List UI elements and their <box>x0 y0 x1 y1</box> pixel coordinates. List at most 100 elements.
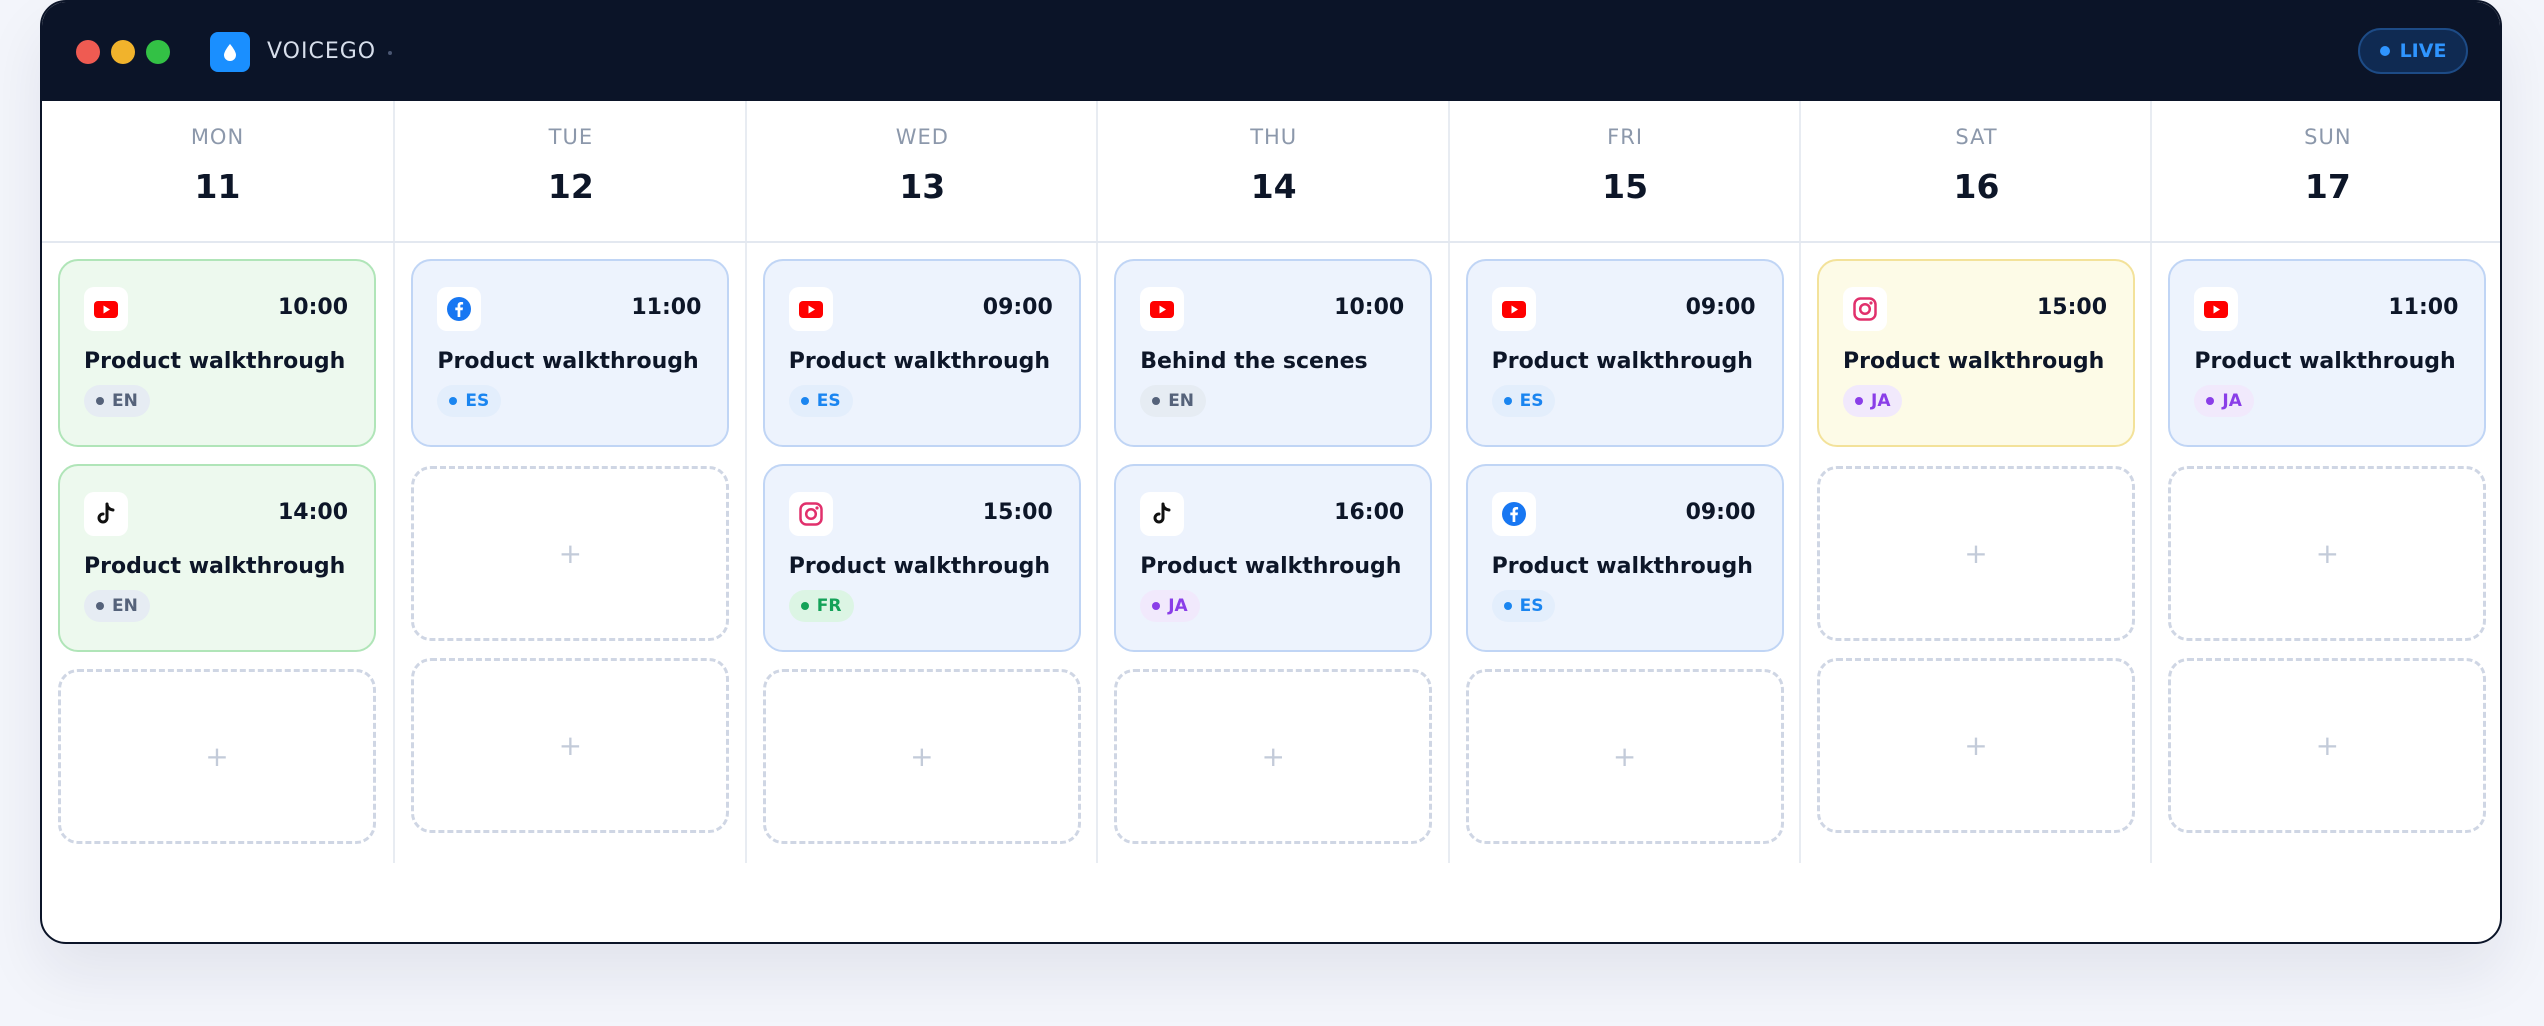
plus-icon: + <box>558 729 583 762</box>
post-time: 09:00 <box>982 295 1053 320</box>
post-time: 09:00 <box>1685 500 1756 525</box>
live-label: LIVE <box>2399 40 2447 62</box>
language-badge: JA <box>1843 385 1903 417</box>
post-title: Product walkthrough <box>788 349 1051 374</box>
day-column-sat: SAT 16 15:00 Product walkthrough JA + + <box>1799 101 2152 863</box>
youtube-icon <box>2194 287 2239 331</box>
add-post-slot[interactable]: + <box>2168 466 2487 641</box>
add-post-slot[interactable]: + <box>1114 669 1433 844</box>
language-dot-icon <box>1503 397 1512 405</box>
plus-icon: + <box>558 537 583 570</box>
post-time: 09:00 <box>1685 295 1756 320</box>
language-badge: EN <box>84 385 150 417</box>
language-badge: EN <box>84 590 150 622</box>
language-dot-icon <box>1152 602 1161 610</box>
add-post-slot[interactable]: + <box>1817 658 2135 833</box>
post-time: 10:00 <box>277 295 348 320</box>
title-bar: VOICEGO LIVE <box>42 2 2500 101</box>
facebook-icon <box>1491 492 1536 536</box>
scheduled-post-card[interactable]: 11:00 Product walkthrough ES <box>411 259 730 447</box>
close-window-button[interactable] <box>76 40 100 64</box>
language-label: EN <box>112 596 138 616</box>
language-badge: ES <box>437 385 502 417</box>
plus-icon: + <box>2315 729 2340 762</box>
add-post-slot[interactable]: + <box>58 669 376 844</box>
day-name: WED <box>895 125 949 149</box>
day-date: 12 <box>547 167 594 206</box>
maximize-window-button[interactable] <box>146 40 170 64</box>
day-name: SAT <box>1955 125 1998 149</box>
scheduled-post-card[interactable]: 09:00 Product walkthrough ES <box>1465 464 1784 652</box>
post-time: 11:00 <box>631 295 702 320</box>
youtube-icon <box>1491 287 1536 331</box>
plus-icon: + <box>910 740 934 773</box>
youtube-icon <box>84 287 128 331</box>
live-dot-icon <box>2379 46 2390 56</box>
add-post-slot[interactable]: + <box>411 466 730 641</box>
language-badge: ES <box>788 385 853 417</box>
post-title: Product walkthrough <box>1491 349 1753 374</box>
app-window: VOICEGO LIVE MON 11 10:00 Product walkthrou… <box>40 0 2502 944</box>
scheduled-post-card[interactable]: 10:00 Product walkthrough EN <box>58 259 376 447</box>
day-name: SUN <box>2304 125 2352 149</box>
language-label: JA <box>2222 391 2242 411</box>
youtube-icon <box>1140 287 1185 331</box>
scheduled-post-card[interactable]: 10:00 Behind the scenes EN <box>1114 259 1433 447</box>
day-name: MON <box>190 125 245 149</box>
plus-icon: + <box>1261 740 1285 773</box>
post-title: Product walkthrough <box>1843 349 2105 374</box>
app-logo-icon <box>210 32 250 72</box>
post-time: 15:00 <box>982 500 1053 525</box>
scheduled-post-card[interactable]: 09:00 Product walkthrough ES <box>1465 259 1784 447</box>
language-badge: JA <box>1140 590 1200 622</box>
scheduled-post-card[interactable]: 16:00 Product walkthrough JA <box>1114 464 1433 652</box>
scheduled-post-card[interactable]: 14:00 Product walkthrough EN <box>58 464 376 652</box>
scheduled-post-card[interactable]: 15:00 Product walkthrough JA <box>1817 259 2135 447</box>
language-badge: ES <box>1491 385 1556 417</box>
plus-icon: + <box>2315 537 2340 570</box>
add-post-slot[interactable]: + <box>762 669 1081 844</box>
language-dot-icon <box>96 397 104 405</box>
add-post-slot[interactable]: + <box>1817 466 2135 641</box>
header-divider <box>42 241 2500 243</box>
post-time: 16:00 <box>1334 500 1405 525</box>
day-name: THU <box>1250 125 1298 149</box>
day-column-sun: SUN 17 11:00 Product walkthrough JA + + <box>2150 101 2500 863</box>
plus-icon: + <box>1612 740 1637 773</box>
language-label: EN <box>1168 391 1195 411</box>
language-dot-icon <box>800 602 809 610</box>
add-post-slot[interactable]: + <box>2168 658 2487 833</box>
language-dot-icon <box>1152 397 1161 405</box>
tiktok-icon <box>1140 492 1185 536</box>
post-title: Product walkthrough <box>1491 554 1753 579</box>
post-time: 14:00 <box>277 500 348 525</box>
language-label: JA <box>1168 596 1188 616</box>
scheduled-post-card[interactable]: 09:00 Product walkthrough ES <box>762 259 1081 447</box>
app-name: VOICEGO <box>267 39 377 64</box>
scheduled-post-card[interactable]: 15:00 Product walkthrough FR <box>762 464 1081 652</box>
language-dot-icon <box>2206 397 2215 405</box>
post-title: Product walkthrough <box>437 349 699 374</box>
minimize-window-button[interactable] <box>111 40 135 64</box>
day-name: TUE <box>548 125 594 149</box>
language-badge: EN <box>1140 385 1207 417</box>
day-date: 16 <box>1953 167 2000 206</box>
add-post-slot[interactable]: + <box>1465 669 1784 844</box>
add-post-slot[interactable]: + <box>411 658 730 833</box>
scheduled-post-card[interactable]: 11:00 Product walkthrough JA <box>2168 259 2487 447</box>
plus-icon: + <box>1964 537 1988 570</box>
language-label: ES <box>1519 391 1544 411</box>
language-label: ES <box>465 391 490 411</box>
language-badge: ES <box>1491 590 1556 622</box>
day-date: 17 <box>2304 167 2351 206</box>
language-dot-icon <box>800 397 809 405</box>
day-name: FRI <box>1607 125 1644 149</box>
youtube-icon <box>788 287 833 331</box>
day-date: 14 <box>1250 167 1297 206</box>
tiktok-icon <box>84 492 128 536</box>
post-time: 11:00 <box>2388 295 2459 320</box>
language-label: EN <box>112 391 138 411</box>
language-label: ES <box>1519 596 1544 616</box>
post-time: 10:00 <box>1334 295 1405 320</box>
live-status-badge[interactable]: LIVE <box>2358 28 2468 74</box>
